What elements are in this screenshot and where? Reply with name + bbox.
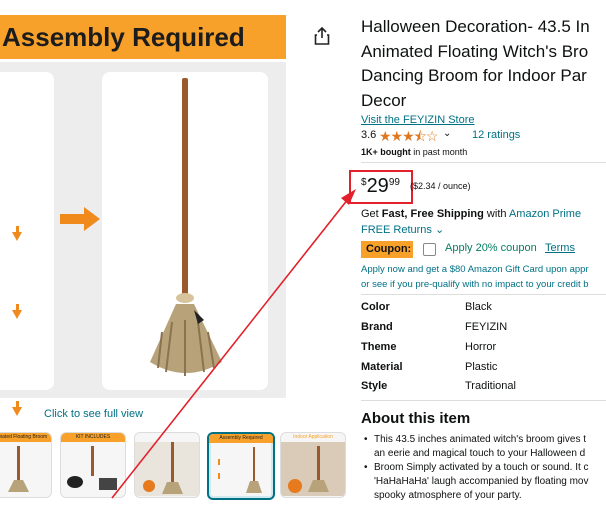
price-fraction: 99	[388, 177, 400, 188]
spec-key-brand: Brand	[361, 321, 393, 333]
pumpkin-scene-icon	[135, 442, 199, 496]
down-arrow-icon	[12, 304, 22, 319]
shipping-prefix: Get	[361, 208, 382, 220]
bullet-item: This 43.5 inches animated witch's broom …	[361, 433, 606, 461]
bullet-line: an eerie and magical touch to your Hallo…	[374, 448, 586, 459]
right-arrow-icon	[60, 207, 100, 231]
ratings-count-link[interactable]: 12 ratings	[472, 129, 520, 141]
gift-card-offer-line2[interactable]: or see if you pre-qualify with no impact…	[361, 279, 589, 290]
share-icon[interactable]	[314, 27, 330, 45]
spec-key-style: Style	[361, 380, 388, 392]
full-view-link[interactable]: Click to see full view	[44, 408, 143, 420]
spec-key-color: Color	[361, 301, 390, 313]
broom-icon	[8, 446, 29, 492]
free-returns-link[interactable]: FREE Returns ⌄	[361, 223, 444, 236]
assembly-steps-card	[0, 72, 54, 416]
bullet-line: 'HaHaHaHa' laugh accompanied by floating…	[374, 476, 589, 487]
thumbnail-3[interactable]	[134, 432, 200, 498]
coupon-badge: Coupon:	[361, 241, 413, 258]
thumbnail-label: Indoor Application	[293, 434, 333, 440]
thumbnail-label: Animated Floating Broom	[0, 433, 51, 442]
thumbnail-label: Assembly Required	[209, 434, 273, 443]
bought-count-rest: in past month	[410, 147, 468, 157]
coupon-checkbox[interactable]	[423, 243, 436, 256]
spec-key-material: Material	[361, 361, 403, 373]
bought-count: 1K+ bought in past month	[361, 147, 467, 157]
price-symbol: $	[361, 177, 367, 188]
spec-key-theme: Theme	[361, 341, 397, 353]
thumbnail-1[interactable]: Animated Floating Broom	[0, 432, 52, 498]
spec-value-material: Plastic	[465, 361, 498, 373]
divider	[361, 294, 606, 295]
store-link[interactable]: Visit the FEYIZIN Store	[361, 114, 475, 126]
about-bullets: This 43.5 inches animated witch's broom …	[361, 433, 606, 503]
spec-value-brand: FEYIZIN	[465, 321, 508, 333]
bullet-line: Broom Simply activated by a touch or sou…	[374, 462, 589, 473]
image-gallery: Assembly Required Click to see full view…	[0, 0, 346, 511]
coupon-text[interactable]: Apply 20% coupon	[445, 242, 537, 254]
broom-illustration	[150, 78, 222, 376]
down-arrow-icon	[12, 226, 22, 241]
thumbnail-label: KIT INCLUDES	[61, 433, 125, 442]
party-scene-icon	[281, 442, 345, 496]
down-arrow-icon	[12, 401, 22, 416]
thumbnail-label	[135, 433, 199, 442]
bullet-line: spooky atmosphere of your party.	[374, 490, 522, 501]
spec-value-style: Traditional	[465, 380, 516, 392]
title-line: Dancing Broom for Indoor Par	[361, 66, 587, 85]
banner-text: Assembly Required	[2, 22, 245, 52]
broom-image-card	[102, 72, 268, 390]
bullet-line: This 43.5 inches animated witch's broom …	[374, 434, 587, 445]
about-heading: About this item	[361, 410, 471, 427]
free-returns-label: FREE Returns	[361, 224, 432, 236]
spec-value-color: Black	[465, 301, 492, 313]
price: $2999	[361, 175, 400, 198]
title-line: Halloween Decoration- 43.5 In	[361, 17, 590, 36]
thumbnail-4-selected[interactable]: Assembly Required	[207, 432, 275, 500]
title-line: Decor	[361, 90, 407, 110]
amazon-prime-link[interactable]: Amazon Prime	[509, 208, 581, 220]
bought-count-bold: 1K+ bought	[361, 147, 411, 157]
kit-parts-icon	[67, 446, 117, 490]
title-line: Animated Floating Witch's Bro	[361, 41, 589, 61]
bullet-item: Broom Simply activated by a touch or sou…	[361, 461, 606, 503]
chevron-down-icon: ⌄	[434, 224, 445, 236]
thumbnail-5[interactable]: Indoor Application	[280, 432, 346, 498]
thumbnail-2[interactable]: KIT INCLUDES	[60, 432, 126, 498]
rating-value: 3.6	[361, 129, 377, 141]
coupon-terms-link[interactable]: Terms	[545, 242, 575, 254]
divider	[361, 162, 606, 163]
chevron-down-icon[interactable]: ⌄	[443, 128, 451, 139]
gift-card-offer-line1[interactable]: Apply now and get a $80 Amazon Gift Card…	[361, 264, 589, 275]
spec-value-theme: Horror	[465, 341, 497, 353]
divider	[361, 400, 606, 401]
shipping-bold: Fast, Free Shipping	[381, 208, 484, 220]
shipping-mid: with	[483, 208, 509, 220]
broom-icon	[218, 447, 262, 493]
price-whole: 29	[366, 175, 389, 197]
product-title: Halloween Decoration- 43.5 In Animated F…	[361, 15, 606, 113]
unit-price: ($2.34 / ounce)	[410, 181, 471, 191]
shipping-info: Get Fast, Free Shipping with Amazon Prim…	[361, 208, 581, 220]
